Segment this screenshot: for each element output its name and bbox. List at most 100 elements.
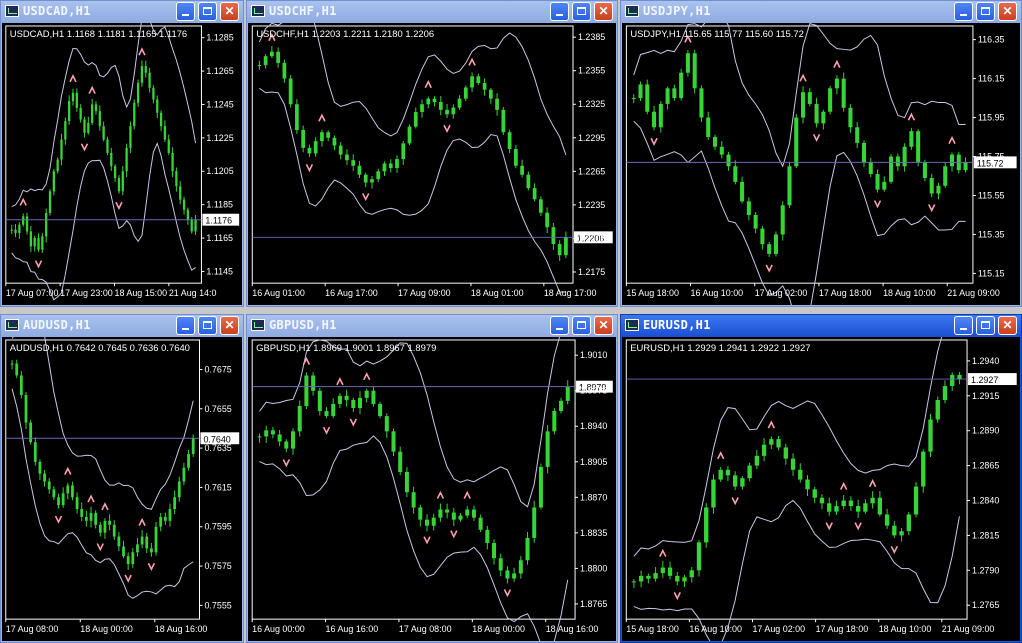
fractal-up-arrow bbox=[799, 73, 807, 82]
minimize-button[interactable] bbox=[954, 2, 973, 21]
chart-window-icon bbox=[5, 319, 19, 331]
candle-body bbox=[133, 102, 136, 127]
title-bar[interactable]: AUDUSD,H1 ✕ bbox=[1, 315, 243, 337]
candle-body bbox=[358, 397, 363, 408]
fractal-down-arrow bbox=[731, 497, 739, 506]
candle-body bbox=[66, 485, 70, 494]
chart-window-usdjpy[interactable]: USDJPY,H1 ✕ 115.72 USDJPY,H1 115.65 115.7… bbox=[620, 0, 1022, 307]
candle-body bbox=[136, 82, 140, 103]
minimize-button[interactable] bbox=[550, 2, 569, 21]
minimize-button[interactable] bbox=[954, 316, 973, 335]
close-button[interactable]: ✕ bbox=[594, 316, 613, 335]
candle-body bbox=[152, 87, 155, 100]
title-bar[interactable]: USDCAD,H1 ✕ bbox=[1, 1, 243, 23]
candle-body bbox=[740, 478, 745, 487]
candle-body bbox=[732, 475, 738, 487]
chart-area[interactable]: 115.72 USDJPY,H1 115.65 115.77 115.60 115… bbox=[622, 23, 1020, 305]
price-tick-label: 1.8765 bbox=[580, 599, 607, 609]
candle-body bbox=[71, 92, 75, 102]
minimize-button[interactable] bbox=[176, 316, 195, 335]
chart-window-gbpusd[interactable]: GBPUSD,H1 ✕ 1.8979 GBPUSD,H1 1.8969 1.900… bbox=[246, 314, 618, 643]
candle-body bbox=[140, 536, 144, 545]
candle-body bbox=[94, 104, 98, 112]
candle-body bbox=[935, 400, 940, 420]
price-chart[interactable]: 0.7640AUDUSD,H1 0.7642 0.7645 0.7636 0.7… bbox=[2, 337, 242, 641]
time-tick-label: 18 Aug 17:00 bbox=[544, 288, 597, 298]
chart-window-usdcad[interactable]: USDCAD,H1 ✕ 1.1176 USDCAD,H1 1.1168 1.118… bbox=[0, 0, 244, 307]
price-chart[interactable]: 1.2206USDCHF,H1 1.2203 1.2211 1.2180 1.2… bbox=[248, 23, 616, 305]
candle-body bbox=[125, 147, 128, 172]
chart-window-audusd[interactable]: AUDUSD,H1 ✕ 0.7640 AUDUSD,H1 0.7642 0.764… bbox=[0, 314, 244, 643]
maximize-button[interactable] bbox=[976, 2, 995, 21]
candle-body bbox=[512, 573, 517, 579]
fractal-down-arrow bbox=[147, 562, 156, 571]
price-tick-label: 1.1165 bbox=[206, 233, 233, 243]
candle-body bbox=[936, 185, 941, 194]
candle-body bbox=[168, 509, 172, 521]
close-button[interactable]: ✕ bbox=[998, 316, 1017, 335]
candle-body bbox=[276, 51, 281, 63]
close-button[interactable]: ✕ bbox=[220, 316, 239, 335]
maximize-button[interactable] bbox=[572, 316, 591, 335]
minimize-icon bbox=[182, 14, 189, 16]
candle-body bbox=[110, 152, 113, 167]
chart-area[interactable]: 1.2206 USDCHF,H1 1.2203 1.2211 1.2180 1.2… bbox=[248, 23, 616, 305]
time-tick-label: 17 Aug 23:00 bbox=[60, 288, 113, 298]
minimize-button[interactable] bbox=[176, 2, 195, 21]
price-chart[interactable]: 1.2927 EURUSD,H1 1.2929 1.2941 1.2922 1.2… bbox=[622, 337, 1020, 641]
candle-body bbox=[320, 132, 324, 142]
candle-body bbox=[277, 434, 282, 442]
candle-body bbox=[324, 411, 329, 417]
candle-body bbox=[445, 509, 450, 513]
candle-body bbox=[733, 166, 738, 182]
price-chart[interactable]: 1.8979GBPUSD,H1 1.8969 1.9001 1.8967 1.8… bbox=[248, 337, 616, 641]
title-bar[interactable]: USDJPY,H1 ✕ bbox=[621, 1, 1021, 23]
candle-body bbox=[148, 72, 151, 88]
candle-body bbox=[191, 438, 195, 455]
candle-body bbox=[877, 497, 883, 515]
close-button[interactable]: ✕ bbox=[998, 2, 1017, 21]
chart-area[interactable]: 1.1176 USDCAD,H1 1.1168 1.1181 1.1165 1.1… bbox=[2, 23, 242, 305]
price-tick-label: 1.2915 bbox=[972, 391, 999, 401]
chart-area[interactable]: 1.8979 GBPUSD,H1 1.8969 1.9001 1.8967 1.8… bbox=[248, 337, 616, 641]
candle-body bbox=[18, 224, 21, 234]
candle-body bbox=[87, 122, 90, 133]
chart-window-usdchf[interactable]: USDCHF,H1 ✕ 1.2206 USDCHF,H1 1.2203 1.221… bbox=[246, 0, 618, 307]
band-lower bbox=[633, 120, 966, 305]
maximize-button[interactable] bbox=[198, 2, 217, 21]
title-bar[interactable]: GBPUSD,H1 ✕ bbox=[247, 315, 617, 337]
candle-body bbox=[364, 390, 369, 398]
candle-body bbox=[848, 107, 853, 128]
candle-body bbox=[121, 171, 124, 192]
chart-area[interactable]: 1.2927 EURUSD,H1 1.2929 1.2941 1.2922 1.2… bbox=[622, 337, 1020, 641]
candle-body bbox=[902, 146, 907, 167]
candle-body bbox=[949, 154, 955, 167]
close-button[interactable]: ✕ bbox=[220, 2, 239, 21]
candle-body bbox=[861, 142, 867, 163]
chart-window-eurusd[interactable]: EURUSD,H1 ✕ 1.2927 EURUSD,H1 1.2929 1.294… bbox=[620, 314, 1022, 643]
chart-area[interactable]: 0.7640 AUDUSD,H1 0.7642 0.7645 0.7636 0.7… bbox=[2, 337, 242, 641]
candle-body bbox=[470, 76, 474, 88]
candle-body bbox=[173, 497, 177, 510]
window-title: USDCAD,H1 bbox=[23, 4, 91, 18]
candle-body bbox=[451, 512, 456, 520]
maximize-button[interactable] bbox=[572, 2, 591, 21]
maximize-button[interactable] bbox=[976, 316, 995, 335]
candle-body bbox=[485, 529, 490, 544]
title-bar[interactable]: EURUSD,H1 ✕ bbox=[621, 315, 1021, 337]
time-tick-label: 18 Aug 01:00 bbox=[471, 288, 524, 298]
candle-body bbox=[667, 567, 673, 576]
close-button[interactable]: ✕ bbox=[594, 2, 613, 21]
time-tick-label: 18 Aug 15:00 bbox=[114, 288, 167, 298]
candle-body bbox=[801, 92, 806, 118]
maximize-button[interactable] bbox=[198, 316, 217, 335]
candle-body bbox=[892, 525, 897, 536]
candle-body bbox=[913, 486, 919, 515]
time-tick-label: 18 Aug 10:00 bbox=[879, 624, 932, 634]
price-chart[interactable]: 1.1176 USDCAD,H1 1.1168 1.1181 1.1165 1.1… bbox=[2, 23, 242, 305]
minimize-button[interactable] bbox=[550, 316, 569, 335]
title-bar[interactable]: USDCHF,H1 ✕ bbox=[247, 1, 617, 23]
price-chart[interactable]: 115.72USDJPY,H1 115.65 115.77 115.60 115… bbox=[622, 23, 1020, 305]
candle-body bbox=[827, 503, 832, 512]
fractal-down-arrow bbox=[322, 426, 331, 435]
